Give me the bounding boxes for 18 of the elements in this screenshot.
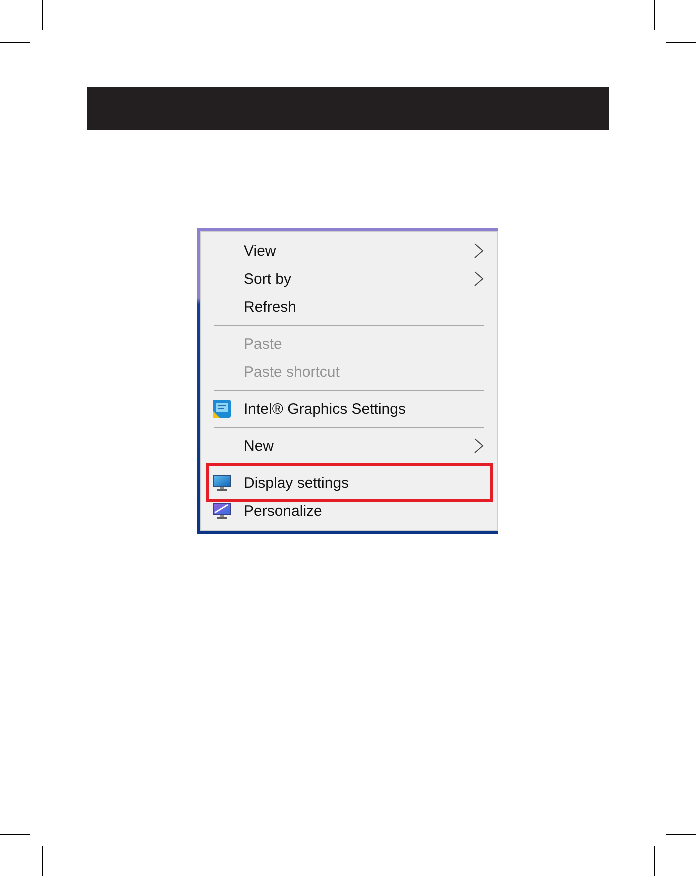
crop-mark (666, 834, 696, 835)
crop-mark (42, 846, 43, 876)
crop-mark (0, 834, 30, 835)
menu-item[interactable]: Intel® Graphics Settings (201, 395, 497, 423)
crop-mark (0, 42, 30, 43)
menu-item[interactable]: Personalize (201, 497, 497, 525)
app-tile-icon (213, 400, 231, 418)
monitor-icon (213, 475, 231, 491)
crop-mark (42, 0, 43, 30)
crop-mark (654, 0, 655, 30)
crop-mark (666, 42, 696, 43)
menu-item[interactable]: New (201, 432, 497, 460)
crop-mark (654, 846, 655, 876)
menu-item[interactable]: View (201, 237, 497, 265)
menu-item[interactable]: Refresh (201, 293, 497, 321)
menu-item[interactable]: Sort by (201, 265, 497, 293)
monitor-icon (213, 503, 231, 519)
menu-item[interactable]: Display settings (201, 469, 497, 497)
